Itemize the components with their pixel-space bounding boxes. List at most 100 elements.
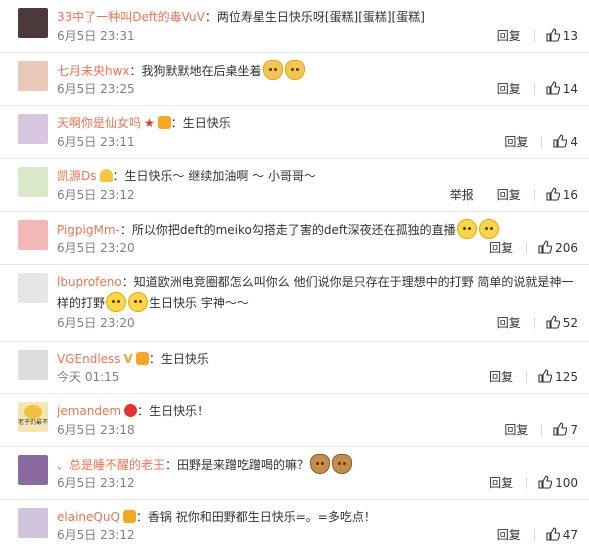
avatar[interactable] [18, 114, 48, 144]
like-button[interactable]: 125 [538, 369, 578, 385]
reply-button[interactable]: 回复 [489, 369, 513, 385]
username-link[interactable]: 33中了一种叫Deft的毒VuV [57, 10, 205, 24]
like-count: 7 [570, 423, 578, 437]
divider [526, 242, 528, 254]
reply-button[interactable]: 回复 [497, 315, 521, 331]
comment-time: 6月5日 23:18 [57, 423, 135, 437]
comment-body: elaineQuQ ：香锅 祝你和田野都生日快乐=。=多吃点！ [57, 507, 575, 527]
comment-text: ：知道欧洲电竞圈都怎么叫你么 他们说你是只存在于理想中的打野 简单的说就是神一 [121, 275, 574, 289]
username-link[interactable]: 凯源Ds [57, 169, 97, 183]
like-button[interactable]: 13 [546, 28, 578, 44]
avatar[interactable] [18, 350, 48, 380]
reply-button[interactable]: 回复 [489, 240, 513, 256]
comment-item: 、总是睡不醒的老王：田野是来蹭吃蹭喝的嘛？ 6月5日 23:12 回复 100 [0, 447, 589, 500]
username-link[interactable]: jemandem [57, 404, 121, 418]
avatar[interactable] [18, 167, 48, 197]
comment-actions: 回复 52 [497, 315, 578, 331]
like-button[interactable]: 14 [546, 81, 578, 97]
divider [533, 529, 535, 541]
avatar-caption: 老子仍最不 [18, 419, 48, 426]
avatar[interactable]: 老子仍最不 [18, 402, 48, 432]
comment-actions: 回复 47 [497, 527, 578, 543]
thumbs-up-icon [538, 475, 553, 489]
comment-body: PigpigMm-：所以你把deft的meiko勾搭走了害的deft深夜还在孤独… [57, 219, 575, 240]
reply-button[interactable]: 回复 [497, 81, 521, 97]
like-button[interactable]: 206 [538, 240, 578, 256]
comment-text-continued: 生日快乐 宇神～～ [149, 296, 249, 310]
username-link[interactable]: 七月未央hwx [57, 64, 130, 78]
comment-item: 老子仍最不 jemandem ：生日快乐！ 6月5日 23:18 回复 7 [0, 394, 589, 447]
membership-badge-icon [157, 116, 171, 129]
divider [533, 83, 535, 95]
like-button[interactable]: 16 [546, 187, 578, 203]
like-button[interactable]: 52 [546, 315, 578, 331]
username-link[interactable]: elaineQuQ [57, 510, 120, 524]
comment-actions: 回复 100 [489, 475, 578, 491]
like-count: 47 [562, 528, 578, 542]
comment-actions: 回复 125 [489, 369, 578, 385]
thumbs-up-icon [546, 527, 560, 541]
comment-item: elaineQuQ ：香锅 祝你和田野都生日快乐=。=多吃点！ 6月5日 23:1… [0, 500, 589, 550]
comment-actions: 举报 回复 16 [450, 187, 578, 203]
like-button[interactable]: 7 [553, 422, 578, 438]
comment-text: ：我狗默默地在后桌坐着 [129, 64, 262, 78]
avatar[interactable] [18, 61, 48, 91]
cat-emoji-icon [262, 60, 283, 80]
like-count: 16 [562, 188, 578, 202]
username-link[interactable]: 、总是睡不醒的老王 [57, 458, 165, 472]
like-count: 125 [555, 370, 578, 384]
avatar[interactable] [18, 273, 48, 303]
comment-text: ：香锅 祝你和田野都生日快乐=。=多吃点！ [135, 510, 376, 524]
thumbs-up-icon [546, 28, 560, 42]
comment-time: 6月5日 23:11 [57, 135, 135, 149]
like-count: 206 [555, 241, 578, 255]
reply-button[interactable]: 回复 [497, 28, 521, 44]
like-button[interactable]: 47 [546, 527, 578, 543]
comment-body: 、总是睡不醒的老王：田野是来蹭吃蹭喝的嘛？ [57, 454, 575, 475]
comment-text: ：田野是来蹭吃蹭喝的嘛？ [165, 458, 310, 472]
comment-text: ：两位寿星生日快乐呀[蛋糕][蛋糕][蛋糕] [204, 10, 425, 24]
username-link[interactable]: VGEndless [57, 352, 121, 366]
face-icon [24, 405, 42, 419]
comment-text: ：生日快乐 [148, 352, 209, 366]
comment-item: 七月未央hwx：我狗默默地在后桌坐着 6月5日 23:25 回复 14 [0, 53, 589, 106]
username-link[interactable]: PigpigMm- [57, 223, 120, 237]
shy-emoji-icon [106, 292, 127, 312]
comment-time: 6月5日 23:12 [57, 528, 135, 542]
thumbs-up-icon [546, 81, 560, 95]
username-link[interactable]: 天啊你是仙女吗 [57, 116, 141, 130]
reply-button[interactable]: 回复 [489, 475, 513, 491]
comment-time: 6月5日 23:12 [57, 476, 135, 490]
like-button[interactable]: 100 [538, 475, 578, 491]
thumbs-up-icon [553, 134, 568, 148]
avatar[interactable] [18, 220, 48, 250]
comment-actions: 回复 14 [497, 81, 578, 97]
reply-button[interactable]: 回复 [504, 422, 528, 438]
username-link[interactable]: lbuprofeno [57, 275, 122, 289]
avatar[interactable] [18, 455, 48, 485]
divider [533, 30, 535, 42]
divider [541, 424, 543, 436]
like-count: 14 [562, 82, 578, 96]
bear-emoji-icon [332, 454, 353, 474]
reply-button[interactable]: 回复 [504, 134, 528, 150]
comment-item: PigpigMm-：所以你把deft的meiko勾搭走了害的deft深夜还在孤独… [0, 212, 589, 265]
comment-time: 6月5日 23:31 [57, 29, 135, 43]
avatar[interactable] [18, 508, 48, 538]
comment-text: ：生日快乐～ 继续加油啊 ～ 小哥哥～ [112, 169, 316, 183]
comment-item: 天啊你是仙女吗 ★ ：生日快乐 6月5日 23:11 回复 4 [0, 106, 589, 159]
report-button[interactable]: 举报 [450, 187, 474, 203]
reply-button[interactable]: 回复 [497, 187, 521, 203]
reply-button[interactable]: 回复 [497, 527, 521, 543]
cup-badge-icon [99, 169, 113, 182]
divider [526, 371, 528, 383]
like-count: 4 [570, 135, 578, 149]
like-count: 52 [562, 316, 578, 330]
comment-item: VGEndless V ：生日快乐 今天 01:15 回复 125 [0, 342, 589, 394]
like-count: 100 [555, 476, 578, 490]
avatar[interactable] [18, 8, 48, 38]
verified-v-icon: V [123, 352, 133, 366]
comment-body: 七月未央hwx：我狗默默地在后桌坐着 [57, 60, 575, 81]
like-button[interactable]: 4 [553, 134, 578, 150]
comment-body: 33中了一种叫Deft的毒VuV：两位寿星生日快乐呀[蛋糕][蛋糕][蛋糕] [57, 7, 575, 27]
